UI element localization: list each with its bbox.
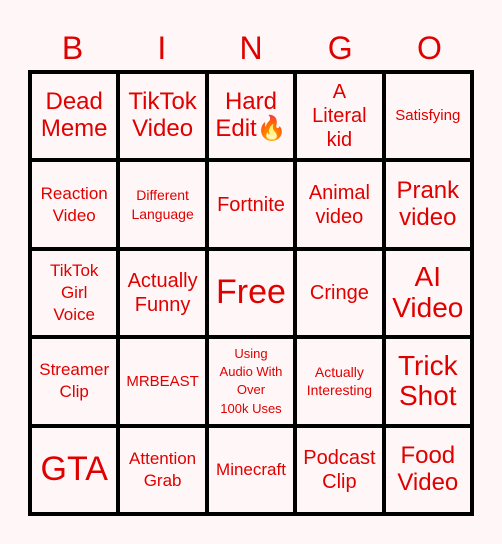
cell-label: Food Video bbox=[397, 441, 459, 496]
bingo-cell[interactable]: Podcast Clip bbox=[297, 427, 382, 512]
cell-label: GTA bbox=[40, 450, 108, 489]
bingo-cell[interactable]: Fortnite bbox=[208, 162, 294, 247]
bingo-cell[interactable]: Different Language bbox=[120, 162, 205, 247]
cell-label: Dead Meme bbox=[40, 88, 108, 143]
bingo-cell[interactable]: Using Audio With Over 100k Uses bbox=[208, 339, 294, 424]
cell-label: Hard Edit🔥 bbox=[215, 88, 287, 143]
bingo-board: Dead Meme TikTok Video Hard Edit🔥 A Lite… bbox=[28, 70, 474, 516]
bingo-cell[interactable]: Cringe bbox=[297, 250, 382, 336]
cell-label: Actually Funny bbox=[127, 269, 198, 316]
bingo-cell[interactable]: Actually Funny bbox=[120, 250, 205, 336]
bingo-cell[interactable]: Actually Interesting bbox=[297, 339, 382, 424]
bingo-cell[interactable]: Satisfying bbox=[385, 74, 470, 159]
free-space-cell[interactable]: Free bbox=[208, 250, 294, 336]
cell-label: AI Video bbox=[392, 261, 464, 323]
cell-label: Animal video bbox=[308, 181, 370, 228]
bingo-cell[interactable]: TikTok Girl Voice bbox=[32, 250, 117, 336]
header-letter-n: N bbox=[239, 30, 263, 66]
cell-label: Trick Shot bbox=[397, 349, 458, 412]
cell-label: Actually Interesting bbox=[306, 364, 373, 399]
cell-label: Streamer Clip bbox=[39, 360, 110, 402]
bingo-cell[interactable]: Attention Grab bbox=[120, 427, 205, 512]
header-letter-o: O bbox=[416, 30, 442, 66]
bingo-cell[interactable]: MRBEAST bbox=[120, 339, 205, 424]
bingo-cell[interactable]: A Literal kid bbox=[297, 74, 382, 159]
bingo-cell[interactable]: Food Video bbox=[385, 427, 470, 512]
header-letter-b: B bbox=[61, 30, 84, 66]
bingo-cell[interactable]: Reaction Video bbox=[32, 162, 117, 247]
cell-label: Fortnite bbox=[217, 193, 285, 216]
bingo-cell[interactable]: Prank video bbox=[385, 162, 470, 247]
cell-label: Minecraft bbox=[216, 459, 286, 479]
cell-label: Different Language bbox=[131, 187, 194, 222]
cell-label: TikTok Video bbox=[128, 88, 197, 143]
cell-label: Cringe bbox=[309, 281, 369, 304]
cell-label: Using Audio With Over 100k Uses bbox=[219, 346, 283, 416]
bingo-header: B I N G O bbox=[28, 26, 474, 70]
cell-label: MRBEAST bbox=[126, 372, 199, 390]
bingo-cell[interactable]: GTA bbox=[32, 427, 117, 512]
cell-label: Satisfying bbox=[395, 107, 461, 125]
cell-label: Reaction Video bbox=[40, 183, 108, 225]
bingo-cell[interactable]: Trick Shot bbox=[385, 339, 470, 424]
cell-label: Prank video bbox=[396, 176, 460, 231]
header-letter-g: G bbox=[327, 30, 353, 66]
cell-label: TikTok Girl Voice bbox=[49, 260, 99, 325]
bingo-cell[interactable]: Minecraft bbox=[208, 427, 294, 512]
bingo-cell[interactable]: AI Video bbox=[385, 250, 470, 336]
cell-label: Attention Grab bbox=[129, 448, 197, 490]
bingo-cell[interactable]: Hard Edit🔥 bbox=[208, 74, 294, 159]
cell-label: Podcast Clip bbox=[303, 446, 376, 493]
bingo-cell[interactable]: Animal video bbox=[297, 162, 382, 247]
bingo-cell[interactable]: TikTok Video bbox=[120, 74, 205, 159]
free-space-label: Free bbox=[216, 273, 286, 312]
bingo-cell[interactable]: Streamer Clip bbox=[32, 339, 117, 424]
header-letter-i: I bbox=[157, 30, 167, 66]
bingo-cell[interactable]: Dead Meme bbox=[32, 74, 117, 159]
cell-label: A Literal kid bbox=[312, 81, 367, 152]
